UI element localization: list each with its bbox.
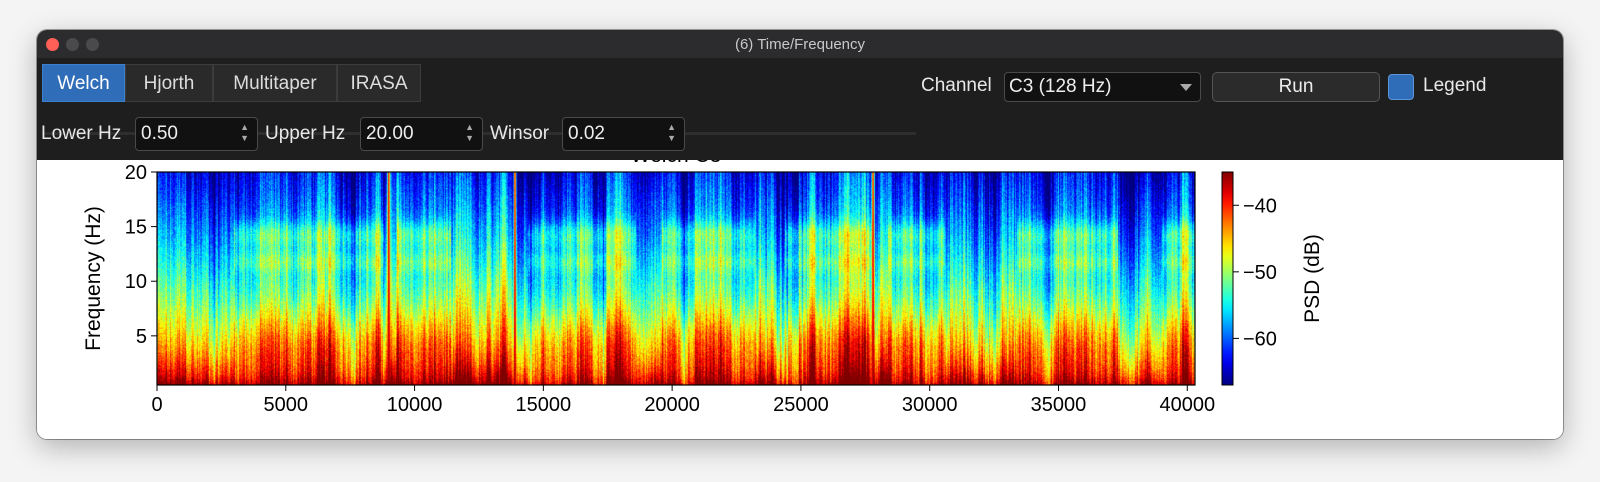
tab-welch[interactable]: Welch [42,64,125,102]
title-bar: (6) Time/Frequency [37,30,1563,59]
y-tick-label: 20 [125,162,147,184]
colorbar-label: PSD (dB) [1301,234,1324,323]
winsor-value: 0.02 [568,123,605,144]
channel-select[interactable]: C3 (128 Hz) [1004,72,1201,102]
upper-hz-value: 20.00 [366,123,414,144]
tab-irasa[interactable]: IRASA [337,64,421,102]
colorbar-tick-label: −60 [1243,328,1277,350]
x-tick-label: 35000 [1031,394,1087,416]
legend-label: Legend [1423,75,1487,96]
x-tick-label: 30000 [902,394,958,416]
channel-select-value: C3 (128 Hz) [1009,76,1112,97]
colorbar-tick-label: −40 [1243,195,1277,217]
y-axis-label: Frequency (Hz) [82,206,105,351]
y-tick-label: 15 [125,217,147,239]
toolbar: Welch Hjorth Multitaper IRASA Channel C3… [37,58,1563,160]
lower-hz-value: 0.50 [141,123,178,144]
lower-hz-label: Lower Hz [41,123,122,144]
spin-arrows-icon[interactable]: ▲ ▼ [667,122,676,144]
legend-checkbox[interactable] [1388,74,1414,100]
colorbar [1221,171,1234,386]
run-button[interactable]: Run [1212,72,1380,102]
spin-arrows-icon[interactable]: ▲ ▼ [240,122,249,144]
x-tick-label: 5000 [264,394,309,416]
spectrogram-plot-area: 0 5000 10000 15000 20000 25000 30000 35000 40000… [37,144,1563,439]
tab-hjorth[interactable]: Hjorth [125,64,213,102]
x-tick-label: 10000 [387,394,443,416]
y-tick-label: 5 [136,326,147,348]
chart-title: Welch C3 [631,160,722,167]
spectrogram-heatmap [157,172,1195,385]
x-tick-label: 25000 [773,394,829,416]
spectrogram-chart: 0 5000 10000 15000 20000 25000 30000 35000 40000… [82,144,1324,416]
x-tick-label: 40000 [1159,394,1215,416]
time-frequency-window: (6) Time/Frequency Welch Hjorth Multitap… [37,30,1563,439]
winsor-label: Winsor [490,123,550,144]
y-tick-label: 10 [125,271,147,293]
lower-hz-spinbox[interactable]: 0.50 ▲ ▼ [135,117,258,151]
channel-label: Channel [921,75,992,96]
window-title: (6) Time/Frequency [734,36,866,53]
spin-arrows-icon[interactable]: ▲ ▼ [465,122,474,144]
winsor-spinbox[interactable]: 0.02 ▲ ▼ [562,117,685,151]
colorbar-tick-label: −50 [1243,262,1277,284]
chevron-down-icon [1180,84,1192,91]
upper-hz-spinbox[interactable]: 20.00 ▲ ▼ [360,117,483,151]
x-tick-label: 0 [151,394,162,416]
x-tick-label: 15000 [516,394,572,416]
tab-multitaper[interactable]: Multitaper [213,64,337,102]
x-tick-label: 20000 [644,394,700,416]
upper-hz-label: Upper Hz [265,123,346,144]
